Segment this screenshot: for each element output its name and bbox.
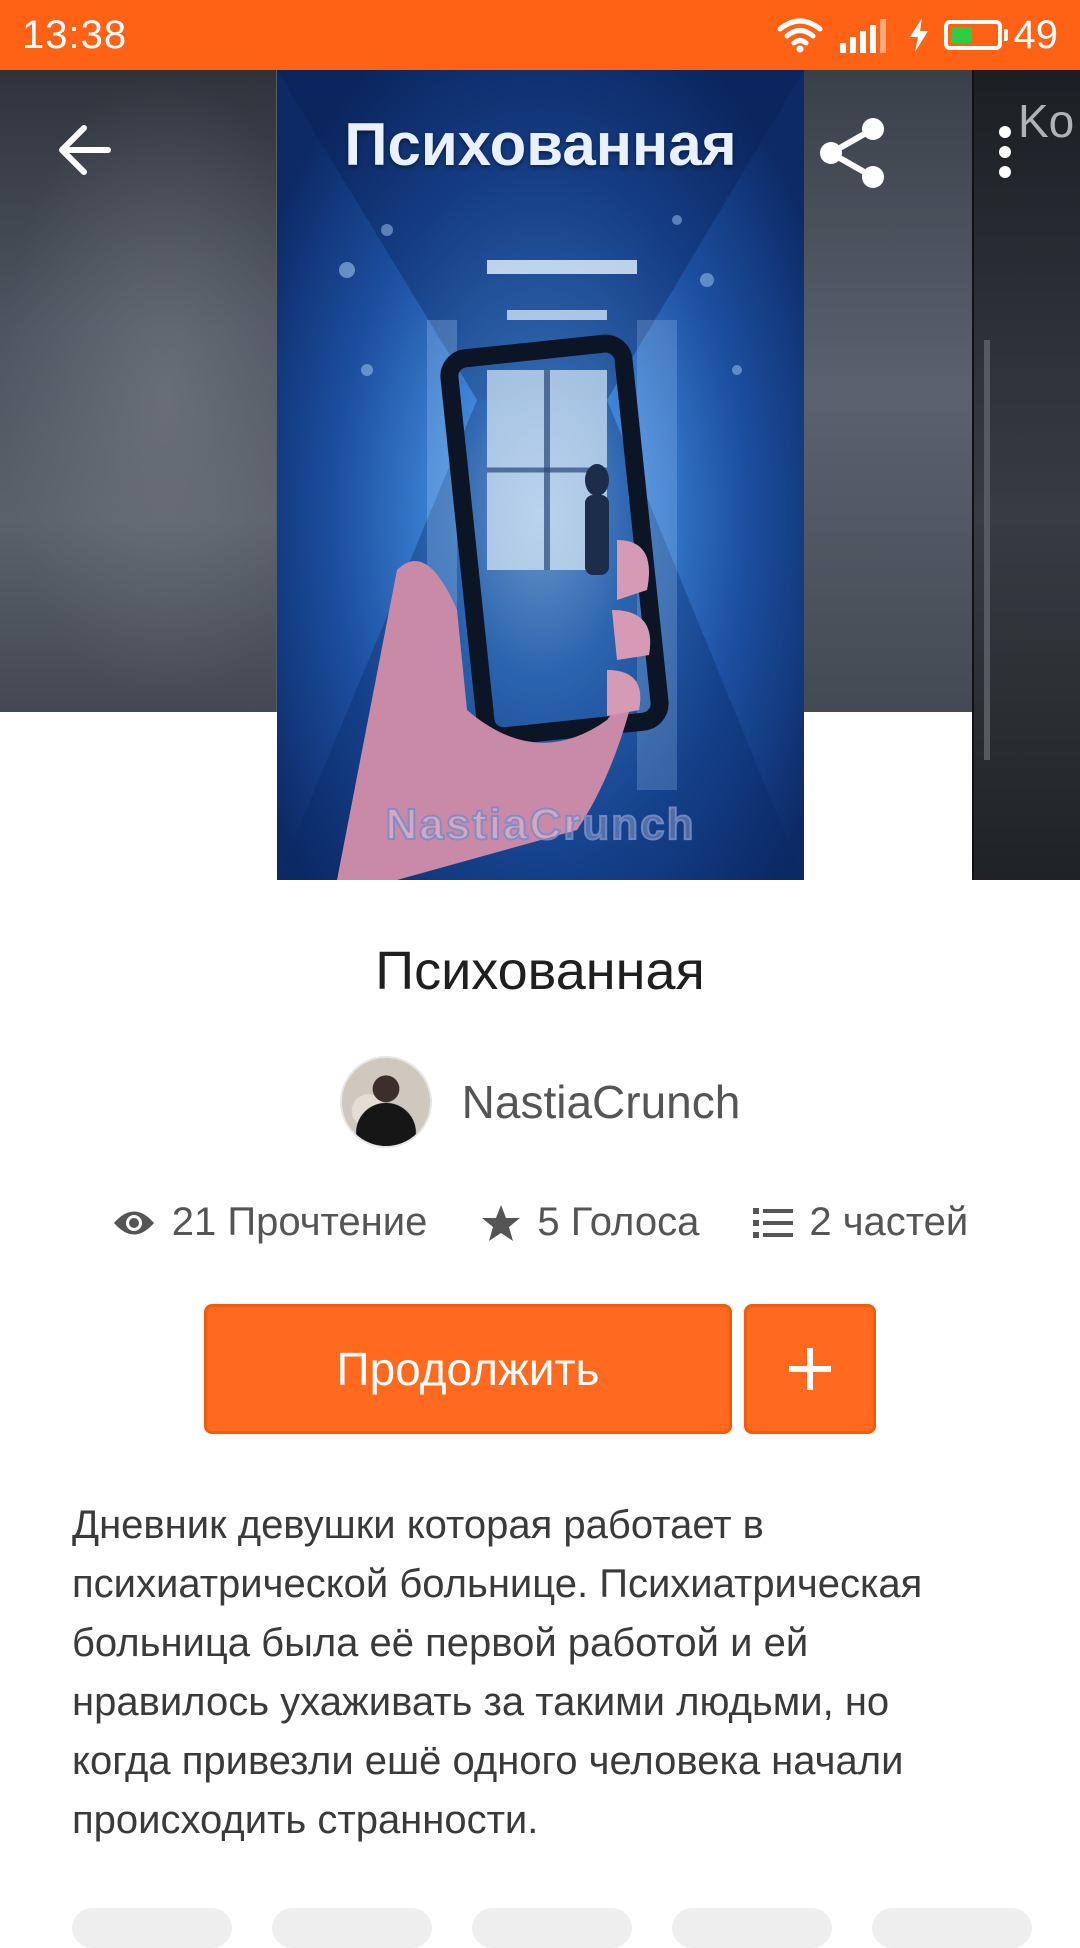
signal-icon <box>839 19 886 53</box>
author-row[interactable]: NastiaCrunch <box>0 1056 1080 1148</box>
reads-count: 21 Прочтение <box>171 1200 428 1244</box>
parts-stat: 2 частей <box>753 1200 968 1245</box>
back-arrow-icon <box>59 125 111 175</box>
book-description: Дневник девушки которая работает в психи… <box>72 1503 923 1842</box>
share-icon <box>820 118 884 188</box>
cover-author: NastiaCrunch <box>384 799 696 850</box>
tag-chip[interactable] <box>72 1908 232 1948</box>
tag-chip[interactable] <box>272 1908 432 1948</box>
cover-title: Психованная <box>344 111 737 178</box>
plus-icon <box>789 1348 831 1390</box>
votes-stat: 5 Голоса <box>481 1200 699 1245</box>
list-icon <box>753 1207 794 1238</box>
more-options-button[interactable] <box>985 112 1025 192</box>
star-icon <box>482 1204 521 1241</box>
next-cover-text: Ko <box>1018 95 1075 147</box>
reads-stat: 21 Прочтение <box>112 1200 428 1245</box>
book-cover[interactable]: Психованная NastiaCrunch <box>277 70 804 880</box>
wifi-icon <box>777 18 822 53</box>
votes-count: 5 Голоса <box>537 1200 700 1244</box>
status-bar: 13:38 49 <box>0 0 1080 70</box>
add-to-library-button[interactable] <box>744 1304 876 1434</box>
parts-count: 2 частей <box>809 1200 969 1244</box>
cover-art <box>277 70 804 880</box>
author-avatar[interactable] <box>339 1056 432 1148</box>
status-time: 13:38 <box>22 12 128 57</box>
back-button[interactable] <box>44 110 124 190</box>
tag-chip[interactable] <box>872 1908 1032 1948</box>
book-title: Психованная <box>375 941 705 1001</box>
tag-chip[interactable] <box>672 1908 832 1948</box>
more-vertical-icon <box>999 126 1011 178</box>
eye-icon <box>113 1211 154 1234</box>
stats-row: 21 Прочтение 5 Голоса 2 частей <box>0 1200 1080 1245</box>
status-icons: 49 <box>776 12 1059 58</box>
charging-icon <box>909 18 928 52</box>
author-name[interactable]: NastiaCrunch <box>462 1075 741 1129</box>
battery-icon: 49 <box>943 12 1059 58</box>
tags-row <box>72 1908 1072 1948</box>
battery-percent: 49 <box>1013 12 1059 57</box>
continue-button[interactable]: Продолжить <box>204 1304 732 1434</box>
tag-chip[interactable] <box>472 1908 632 1948</box>
share-button[interactable] <box>810 110 896 196</box>
previous-cover[interactable] <box>0 70 276 712</box>
